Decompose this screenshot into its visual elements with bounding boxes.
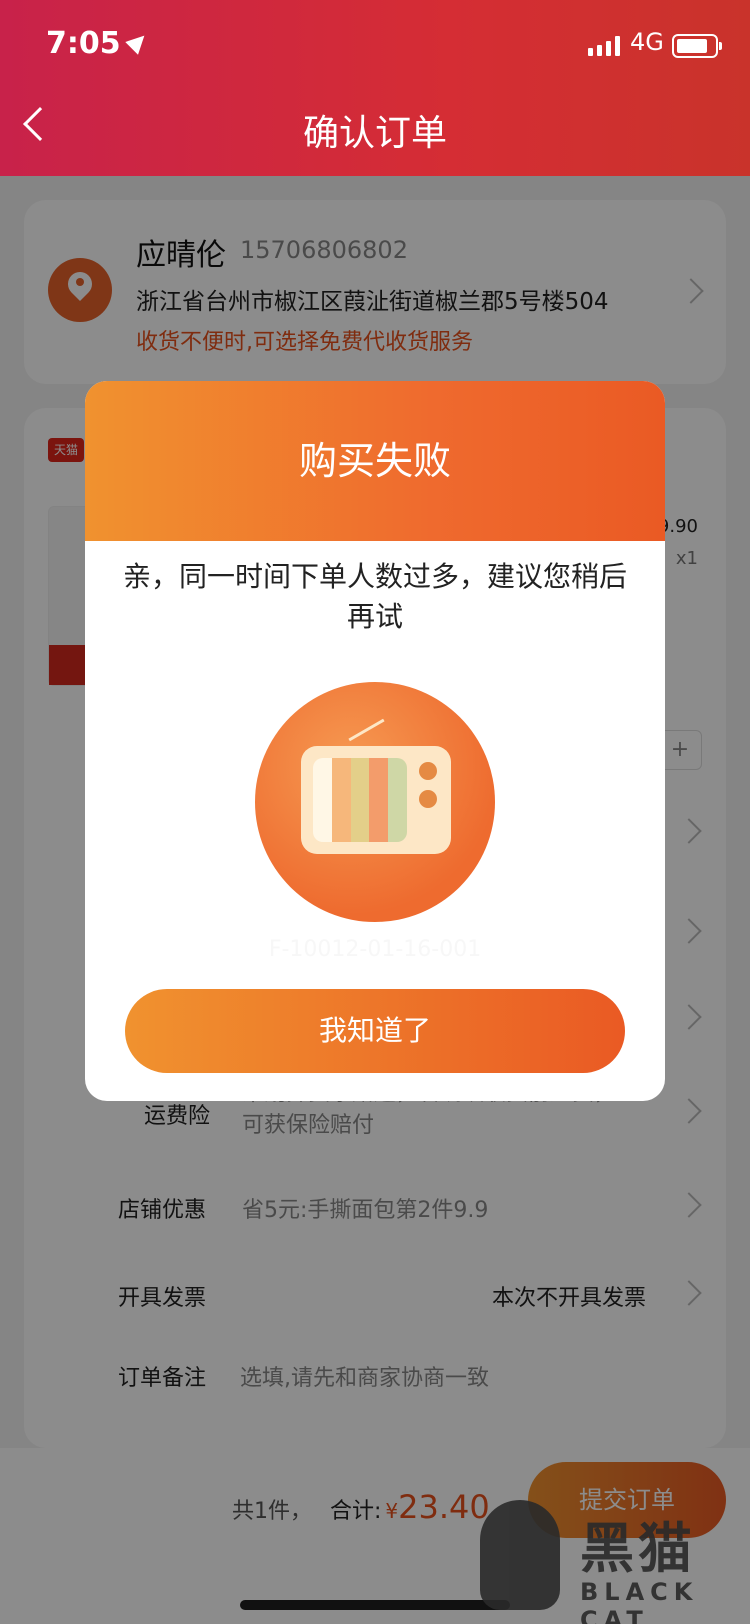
watermark-en: BLACK CAT (580, 1578, 699, 1624)
tv-knob (419, 762, 437, 780)
status-bar: 7:05 4G (0, 24, 750, 68)
page-title: 确认订单 (302, 113, 447, 154)
dialog-message: 亲，同一时间下单人数过多，建议您稍后再试 (122, 560, 627, 633)
purchase-failed-dialog: 购买失败 亲，同一时间下单人数过多，建议您稍后再试 F-10012-01-16-… (85, 381, 665, 1101)
acknowledge-button[interactable]: 我知道了 (125, 989, 625, 1073)
tv-illustration-icon (255, 682, 495, 922)
cat-logo-icon (480, 1500, 560, 1610)
black-cat-watermark: 黑猫 BLACK CAT (480, 1500, 750, 1624)
location-icon (124, 29, 151, 55)
home-indicator[interactable] (240, 1600, 510, 1610)
tv-screen (313, 758, 407, 842)
error-code: F-10012-01-16-001 (268, 937, 482, 962)
tv-body (301, 746, 451, 854)
status-time: 7:05 (46, 26, 151, 61)
dialog-title: 购买失败 (85, 381, 665, 541)
battery-icon (672, 34, 722, 58)
watermark-cn: 黑猫 (580, 1517, 696, 1580)
tv-antenna (348, 718, 385, 742)
tv-knob (419, 790, 437, 808)
status-time-text: 7:05 (46, 26, 121, 61)
network-label: 4G (630, 28, 664, 56)
top-bar: 7:05 4G 确认订单 (0, 0, 750, 176)
signal-icon (588, 36, 620, 56)
